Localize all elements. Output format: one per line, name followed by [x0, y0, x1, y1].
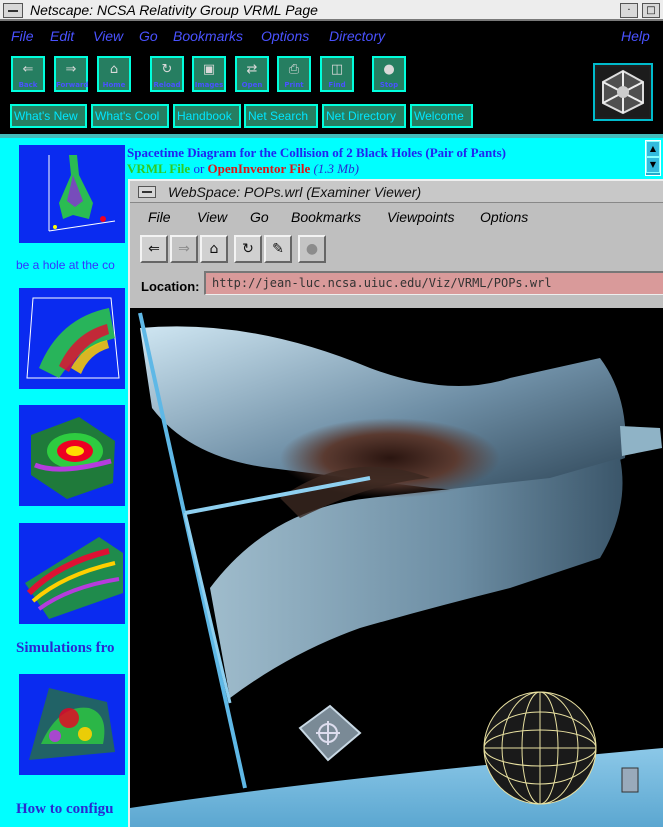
- find-icon: ◫: [330, 62, 344, 77]
- images-icon: ▣: [202, 62, 216, 77]
- print-button[interactable]: ⎙ Print: [277, 56, 311, 92]
- images-button[interactable]: ▣ Images: [192, 56, 226, 92]
- thumbnail-simulation-1[interactable]: [19, 288, 125, 389]
- location-input[interactable]: http://jean-luc.ncsa.uiuc.edu/Viz/VRML/P…: [204, 271, 663, 295]
- netscape-menubar: File Edit View Go Bookmarks Options Dire…: [0, 23, 663, 51]
- home-icon: ⌂: [109, 62, 119, 77]
- whats-cool-button[interactable]: What's Cool: [91, 104, 169, 128]
- stop-button[interactable]: ● Stop: [372, 56, 406, 92]
- menu-edit[interactable]: Edit: [50, 28, 74, 44]
- menu-file[interactable]: File: [11, 28, 34, 44]
- netscape-logo[interactable]: [593, 63, 653, 121]
- directory-buttons: What's New What's Cool Handbook Net Sear…: [0, 104, 590, 129]
- ws-forward-button[interactable]: ⇒: [170, 235, 198, 263]
- net-search-button[interactable]: Net Search: [244, 104, 318, 128]
- thumbnail-simulation-3[interactable]: [19, 523, 125, 624]
- ws-menu-viewpoints[interactable]: Viewpoints: [387, 209, 454, 225]
- home-icon: ⌂: [209, 241, 219, 257]
- download-links: VRML File or OpenInventor File (1.3 Mb): [127, 161, 359, 177]
- webspace-titlebar: WebSpace: POPs.wrl (Examiner Viewer): [130, 181, 663, 203]
- net-directory-button[interactable]: Net Directory: [322, 104, 406, 128]
- section-simulations-heading: Simulations fro: [16, 640, 115, 656]
- thumbnail-simulation-2[interactable]: [19, 405, 125, 506]
- handbook-button[interactable]: Handbook: [173, 104, 241, 128]
- wireframe-sphere: [483, 691, 597, 805]
- or-text: or: [193, 161, 205, 176]
- viewer-tool-icon: ✎: [272, 241, 284, 257]
- pair-of-pants-render[interactable]: [130, 308, 663, 827]
- intro-text: be a hole at the co: [16, 258, 115, 272]
- menu-bookmarks[interactable]: Bookmarks: [173, 28, 243, 44]
- webspace-location-bar: Location: http://jean-luc.ncsa.uiuc.edu/…: [130, 269, 663, 303]
- find-button[interactable]: ◫ Find: [320, 56, 354, 92]
- webspace-window-menu-button[interactable]: [138, 186, 156, 198]
- ws-menu-view[interactable]: View: [197, 209, 227, 225]
- scroll-up-icon[interactable]: ▲: [646, 141, 660, 157]
- location-label: Location:: [141, 279, 200, 294]
- open-button[interactable]: ⇄ Open: [235, 56, 269, 92]
- ws-menu-file[interactable]: File: [148, 209, 171, 225]
- thumbnail-simulation-4[interactable]: [19, 674, 125, 775]
- ws-viewer-tool-button[interactable]: ✎: [264, 235, 292, 263]
- ws-menu-go[interactable]: Go: [250, 209, 269, 225]
- ws-reload-button[interactable]: ↻: [234, 235, 262, 263]
- menu-help[interactable]: Help: [621, 28, 650, 44]
- ws-menu-options[interactable]: Options: [480, 209, 528, 225]
- webspace-toolbar: ⇐ ⇒ ⌂ ↻ ✎ ●: [130, 233, 663, 267]
- forward-button[interactable]: ⇒ Forward: [54, 56, 88, 92]
- ws-home-button[interactable]: ⌂: [200, 235, 228, 263]
- window-title: Netscape: NCSA Relativity Group VRML Pag…: [30, 2, 318, 18]
- open-icon: ⇄: [246, 62, 258, 77]
- menu-view[interactable]: View: [93, 28, 123, 44]
- whats-new-button[interactable]: What's New: [10, 104, 87, 128]
- ws-stop-button[interactable]: ●: [298, 235, 326, 263]
- webspace-title: WebSpace: POPs.wrl (Examiner Viewer): [168, 184, 422, 200]
- minimize-button[interactable]: ·: [620, 3, 638, 18]
- vrml-file-link[interactable]: VRML File: [127, 161, 190, 176]
- reload-icon: ↻: [161, 62, 173, 77]
- print-icon: ⎙: [288, 62, 300, 77]
- ws-back-button[interactable]: ⇐: [140, 235, 168, 263]
- small-box-object: [621, 767, 639, 793]
- stop-icon: ●: [383, 62, 395, 77]
- webspace-window: WebSpace: POPs.wrl (Examiner Viewer) Fil…: [128, 179, 663, 827]
- stop-icon: ●: [305, 241, 319, 257]
- navigation-cube-icon[interactable]: [298, 704, 362, 762]
- back-arrow-icon: ⇐: [148, 241, 160, 257]
- scroll-down-icon[interactable]: ▼: [646, 157, 660, 173]
- back-button[interactable]: ⇐ Back: [11, 56, 45, 92]
- netscape-toolbar: ⇐ Back ⇒ Forward ⌂ Home ↻ Reload ▣ Image…: [0, 54, 663, 100]
- forward-arrow-icon: ⇒: [65, 62, 77, 77]
- menu-options[interactable]: Options: [261, 28, 309, 44]
- forward-arrow-icon: ⇒: [178, 241, 190, 257]
- openinventor-file-link[interactable]: OpenInventor File: [208, 161, 311, 176]
- reload-button[interactable]: ↻ Reload: [150, 56, 184, 92]
- page-scrollbar[interactable]: ▲ ▼: [645, 140, 661, 176]
- reload-icon: ↻: [242, 241, 254, 257]
- menu-directory[interactable]: Directory: [329, 28, 385, 44]
- menu-go[interactable]: Go: [139, 28, 158, 44]
- welcome-button[interactable]: Welcome: [410, 104, 473, 128]
- home-button[interactable]: ⌂ Home: [97, 56, 131, 92]
- thumbnail-pair-of-pants[interactable]: [19, 145, 125, 243]
- netscape-titlebar: Netscape: NCSA Relativity Group VRML Pag…: [0, 0, 663, 21]
- page-heading[interactable]: Spacetime Diagram for the Collision of 2…: [127, 145, 506, 161]
- back-arrow-icon: ⇐: [22, 62, 34, 77]
- maximize-button[interactable]: □: [642, 3, 660, 18]
- ws-menu-bookmarks[interactable]: Bookmarks: [291, 209, 361, 225]
- section-configure-heading: How to configu: [16, 801, 114, 817]
- file-size: (1.3 Mb): [313, 161, 359, 176]
- webspace-menubar: File View Go Bookmarks Viewpoints Option…: [130, 205, 663, 231]
- vrml-3d-viewport[interactable]: [130, 308, 663, 827]
- window-menu-button[interactable]: [3, 3, 23, 18]
